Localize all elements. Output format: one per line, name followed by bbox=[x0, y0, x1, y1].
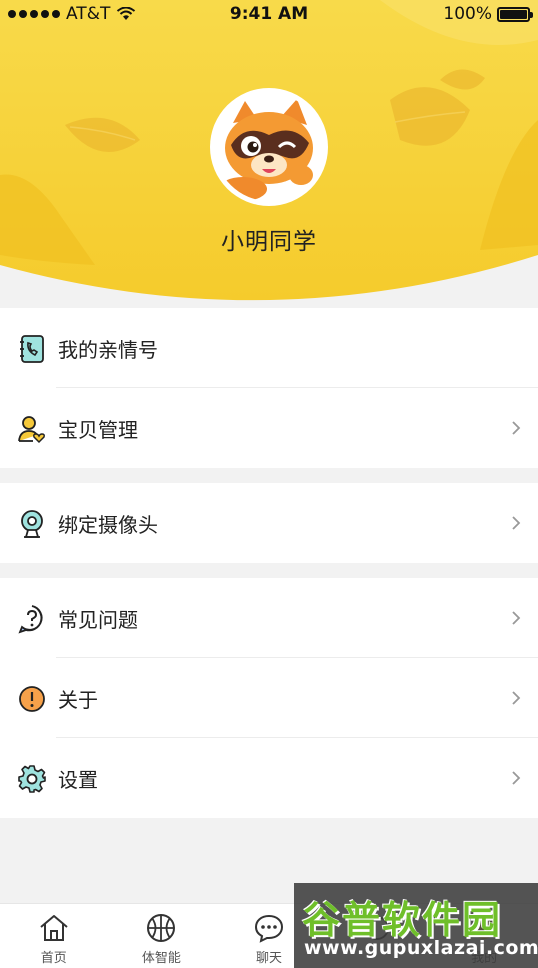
menu-item-bind-camera[interactable]: 绑定摄像头 bbox=[0, 483, 538, 563]
info-exclamation-icon bbox=[19, 686, 45, 712]
menu-label: 常见问题 bbox=[58, 607, 138, 632]
chevron-right-icon bbox=[512, 691, 521, 705]
chevron-right-icon bbox=[512, 421, 521, 435]
menu-label: 宝贝管理 bbox=[58, 417, 138, 442]
menu-item-settings[interactable]: 设置 bbox=[0, 738, 538, 818]
watermark: 谷普软件园 www.gupuxlazai.com bbox=[294, 883, 538, 968]
webcam-icon bbox=[21, 510, 43, 538]
battery-percent: 100% bbox=[443, 4, 492, 24]
menu-item-about[interactable]: 关于 bbox=[0, 658, 538, 738]
avatar[interactable] bbox=[210, 88, 328, 206]
chevron-right-icon bbox=[512, 516, 521, 530]
menu-item-family-number[interactable]: 我的亲情号 bbox=[0, 308, 538, 388]
menu-label: 设置 bbox=[58, 767, 98, 792]
menu-group-help: 常见问题 关于 设置 bbox=[0, 578, 538, 818]
wifi-icon bbox=[117, 7, 136, 20]
tab-fitness[interactable]: 体智能 bbox=[108, 904, 216, 968]
menu-label: 我的亲情号 bbox=[58, 337, 158, 362]
chevron-right-icon bbox=[512, 771, 521, 785]
menu-label: 绑定摄像头 bbox=[58, 512, 158, 537]
phone-book-icon bbox=[20, 335, 44, 363]
watermark-title: 谷普软件园 bbox=[302, 898, 503, 942]
basketball-icon bbox=[147, 914, 176, 942]
home-icon bbox=[40, 915, 68, 941]
signal-icon bbox=[8, 10, 60, 18]
menu-group-camera: 绑定摄像头 bbox=[0, 483, 538, 563]
carrier-label: AT&T bbox=[66, 4, 111, 24]
menu-item-faq[interactable]: 常见问题 bbox=[0, 578, 538, 658]
profile-header: AT&T 9:41 AM 100% 小明同学 bbox=[0, 0, 538, 310]
tab-label: 首页 bbox=[40, 951, 67, 966]
battery-icon bbox=[497, 6, 533, 22]
tab-home[interactable]: 首页 bbox=[0, 904, 108, 968]
menu-item-baby-management[interactable]: 宝贝管理 bbox=[0, 388, 538, 468]
profile-name: 小明同学 bbox=[221, 229, 317, 255]
menu-group-family: 我的亲情号 宝贝管理 bbox=[0, 308, 538, 468]
chat-icon bbox=[254, 914, 283, 943]
watermark-url: www.gupuxlazai.com bbox=[304, 937, 538, 959]
menu-label: 关于 bbox=[58, 687, 98, 712]
raccoon-avatar-icon bbox=[215, 93, 323, 201]
tab-label: 体智能 bbox=[141, 951, 181, 966]
tab-label: 聊天 bbox=[255, 951, 282, 966]
chevron-right-icon bbox=[512, 611, 521, 625]
status-bar: AT&T 9:41 AM 100% bbox=[0, 0, 538, 28]
user-heart-icon bbox=[18, 416, 45, 444]
question-icon bbox=[18, 605, 43, 634]
gear-icon bbox=[18, 765, 46, 793]
